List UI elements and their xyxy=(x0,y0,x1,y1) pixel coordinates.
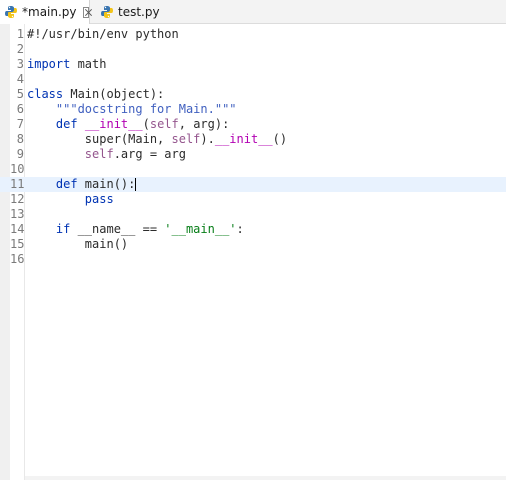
python-file-icon xyxy=(4,5,18,19)
python-file-icon xyxy=(100,5,114,19)
code-token: main() xyxy=(27,237,129,251)
code-text: pass xyxy=(27,192,114,207)
close-icon[interactable] xyxy=(82,6,89,18)
line-number: 1 xyxy=(16,27,24,41)
code-token: #!/usr/bin/env python xyxy=(27,27,179,41)
code-text: #!/usr/bin/env python xyxy=(27,27,179,42)
code-line[interactable]: 16 xyxy=(0,252,506,267)
code-token: ). xyxy=(200,132,215,146)
line-number: 4 xyxy=(16,72,24,86)
code-token: () xyxy=(272,132,288,146)
line-number: 13 xyxy=(10,207,25,221)
code-token: : xyxy=(236,222,244,236)
code-line[interactable]: 15 main() xyxy=(0,237,506,252)
code-token: import xyxy=(27,57,71,71)
code-line[interactable]: 13 xyxy=(0,207,506,222)
code-token: """ xyxy=(214,102,237,116)
line-number: 5 xyxy=(16,87,24,101)
code-token: if xyxy=(27,222,71,236)
code-token: pass xyxy=(27,192,114,206)
text-cursor xyxy=(135,178,137,191)
code-text: """docstring for Main.""" xyxy=(27,102,237,117)
code-token: ( xyxy=(142,117,150,131)
line-number: 9 xyxy=(16,147,24,161)
code-line[interactable]: 1 #!/usr/bin/env python xyxy=(0,27,506,42)
editor-tab-bar: *main.py test.py xyxy=(0,0,506,24)
code-token: class xyxy=(27,87,64,101)
line-number: 12 xyxy=(10,192,25,206)
code-text: class Main(object): xyxy=(27,87,164,102)
line-number: 3 xyxy=(16,57,24,71)
line-number: 10 xyxy=(10,162,25,176)
tab-test-py[interactable]: test.py xyxy=(98,0,188,24)
code-token: '__main__' xyxy=(164,222,237,236)
code-line[interactable]: 10 xyxy=(0,162,506,177)
code-line[interactable]: 6 """docstring for Main.""" xyxy=(0,102,506,117)
tab-label: *main.py xyxy=(22,5,77,19)
code-token: def xyxy=(27,177,78,191)
tab-label: test.py xyxy=(118,5,160,19)
code-text: main() xyxy=(27,237,128,252)
line-number: 11 xyxy=(10,177,25,191)
code-line[interactable]: 8 super(Main, self).__init__() xyxy=(0,132,506,147)
code-text: super(Main, self).__init__() xyxy=(27,132,287,147)
code-text: def __init__(self, arg): xyxy=(27,117,229,132)
code-line[interactable]: 4 xyxy=(0,72,506,87)
code-token: main(): xyxy=(77,177,136,191)
code-token: __name__ == xyxy=(70,222,165,236)
line-number: 15 xyxy=(10,237,25,251)
code-token: self xyxy=(84,147,114,161)
code-text: def main(): xyxy=(27,177,137,192)
code-token: docstring for Main. xyxy=(77,102,215,116)
code-text: import math xyxy=(27,57,106,72)
code-editor[interactable]: 1 #!/usr/bin/env python 2 3 import math 4 5 cla… xyxy=(0,24,506,480)
code-token: , arg): xyxy=(178,117,230,131)
code-token: def xyxy=(27,117,78,131)
code-line[interactable]: 12 pass xyxy=(0,192,506,207)
code-line[interactable]: 11 def main(): xyxy=(0,177,506,192)
line-number: 6 xyxy=(16,102,24,116)
code-token: math xyxy=(70,57,107,71)
code-lines: 1 #!/usr/bin/env python 2 3 import math 4 5 cla… xyxy=(0,27,506,267)
line-number: 7 xyxy=(16,117,24,131)
tab-main-py[interactable]: *main.py xyxy=(0,0,90,24)
code-token: """ xyxy=(27,102,78,116)
code-line[interactable]: 3 import math xyxy=(0,57,506,72)
code-line[interactable]: 2 xyxy=(0,42,506,57)
horizontal-scrollbar[interactable] xyxy=(25,476,506,480)
code-line[interactable]: 14 if __name__ == '__main__': xyxy=(0,222,506,237)
line-number: 14 xyxy=(10,222,25,236)
line-number: 16 xyxy=(10,252,25,266)
code-line[interactable]: 9 self.arg = arg xyxy=(0,147,506,162)
line-number: 2 xyxy=(16,42,24,56)
code-token: .arg = arg xyxy=(113,147,186,161)
code-token: __init__ xyxy=(84,117,143,131)
code-token: self xyxy=(171,132,201,146)
code-token: self xyxy=(149,117,179,131)
code-token: Main(object): xyxy=(63,87,165,101)
code-text: if __name__ == '__main__': xyxy=(27,222,244,237)
line-number: 8 xyxy=(16,132,24,146)
code-token: __init__ xyxy=(214,132,273,146)
code-token: super(Main, xyxy=(27,132,172,146)
code-text: self.arg = arg xyxy=(27,147,186,162)
code-line[interactable]: 7 def __init__(self, arg): xyxy=(0,117,506,132)
code-line[interactable]: 5 class Main(object): xyxy=(0,87,506,102)
